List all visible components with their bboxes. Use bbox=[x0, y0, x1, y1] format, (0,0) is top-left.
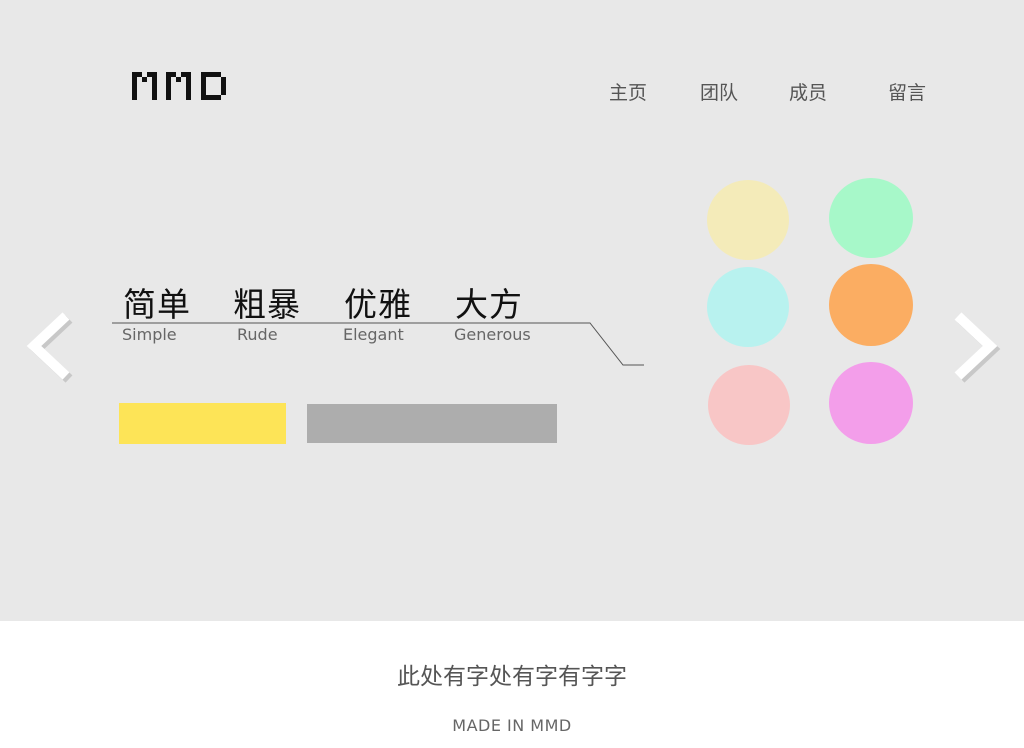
carousel-next-button[interactable] bbox=[948, 308, 1002, 388]
hero-section: 主页 团队 成员 留言 简单 粗暴 优雅 大方 Simple Rude Eleg… bbox=[0, 0, 1024, 621]
secondary-action-button[interactable] bbox=[307, 404, 557, 443]
logo[interactable] bbox=[130, 70, 232, 106]
nav-item-message[interactable]: 留言 bbox=[888, 78, 926, 105]
carousel-prev-button[interactable] bbox=[22, 308, 76, 388]
slogan-divider-line bbox=[112, 322, 644, 366]
logo-mark bbox=[132, 72, 226, 100]
chevron-left-icon bbox=[26, 312, 73, 383]
nav-item-team[interactable]: 团队 bbox=[700, 78, 738, 105]
color-dot-violet bbox=[829, 362, 913, 444]
footer-credit: MADE IN MMD bbox=[452, 716, 572, 735]
color-dot-mint bbox=[829, 178, 913, 258]
primary-action-button[interactable] bbox=[119, 403, 286, 444]
nav-item-home[interactable]: 主页 bbox=[609, 78, 647, 105]
color-dot-beige bbox=[707, 180, 789, 260]
chevron-right-icon bbox=[954, 312, 1001, 383]
color-dot-pink bbox=[708, 365, 790, 445]
nav-item-members[interactable]: 成员 bbox=[789, 78, 827, 105]
color-dot-cyan bbox=[707, 267, 789, 347]
footer-tagline: 此处有字处有字有字字 bbox=[397, 664, 627, 690]
color-dot-orange bbox=[829, 264, 913, 346]
